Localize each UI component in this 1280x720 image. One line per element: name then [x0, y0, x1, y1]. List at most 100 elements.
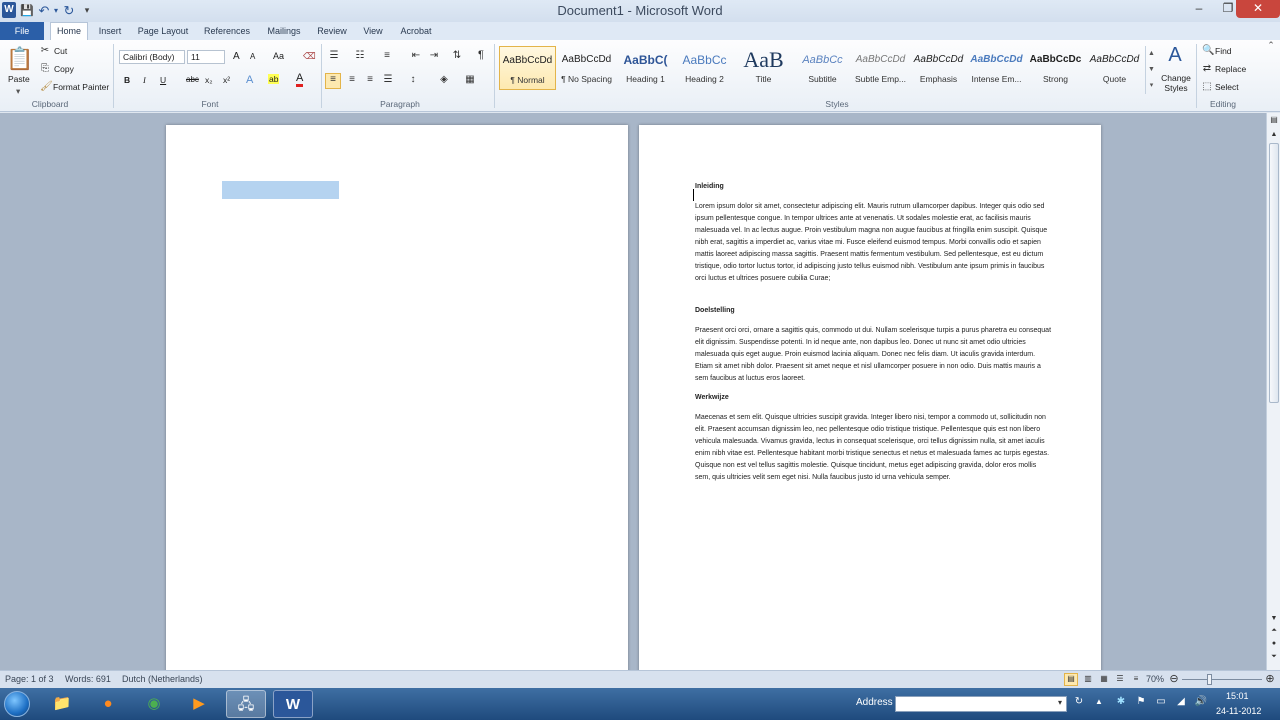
change-styles-button[interactable]: Change Styles [1159, 73, 1193, 93]
volume-icon[interactable]: 🔊 [1194, 696, 1208, 707]
word-taskbar-icon[interactable]: W [273, 690, 313, 718]
cut-icon[interactable]: ✂ [40, 45, 50, 56]
next-page-icon[interactable]: ⏷ [1269, 653, 1279, 661]
style-no-spacing[interactable]: AaBbCcDd ¶ No Spacing [558, 46, 615, 90]
paragraph-werkwijze[interactable]: Maecenas et sem elit. Quisque ultricies … [695, 412, 1051, 484]
start-button[interactable] [4, 691, 30, 717]
style-subtle-emphasis[interactable]: AaBbCcDd Subtle Emp... [852, 46, 909, 90]
font-name-combo[interactable]: Calibri (Body) [119, 50, 185, 64]
style-intense-emphasis[interactable]: AaBbCcDd Intense Em... [968, 46, 1025, 90]
address-dropdown-icon[interactable]: ▾ [1055, 698, 1065, 707]
subscript-button[interactable]: x₂ [205, 75, 213, 85]
tab-page-layout[interactable]: Page Layout [134, 26, 192, 36]
numbering-icon[interactable]: ☷ [353, 50, 367, 61]
style-heading-2[interactable]: AaBbCc Heading 2 [676, 46, 733, 90]
minimize-ribbon-icon[interactable]: ⌃ [1265, 40, 1277, 51]
zoom-slider[interactable] [1182, 679, 1262, 680]
full-screen-reading-icon[interactable]: ▥ [1082, 674, 1094, 683]
text-selection[interactable] [222, 181, 339, 199]
action-center-icon[interactable]: ⚑ [1134, 696, 1148, 707]
paragraph-doelstelling[interactable]: Praesent orci orci, ornare a sagittis qu… [695, 325, 1051, 385]
select-button[interactable]: Select [1215, 82, 1239, 92]
strikethrough-button[interactable]: abc [186, 75, 199, 84]
style-heading-1[interactable]: AaBbC( Heading 1 [617, 46, 674, 90]
scroll-up-icon[interactable]: ▲ [1269, 131, 1279, 138]
media-player-icon[interactable]: ▶ [179, 690, 219, 718]
underline-button[interactable]: U [160, 75, 166, 85]
firefox-icon[interactable]: ● [88, 690, 128, 718]
tab-file[interactable]: File [0, 22, 44, 40]
select-browse-object-icon[interactable]: ● [1269, 640, 1279, 647]
style-quote[interactable]: AaBbCcDd Quote [1086, 46, 1143, 90]
tab-references[interactable]: References [200, 26, 254, 36]
network-app-icon[interactable]: 🖧 [226, 690, 266, 718]
font-color-button[interactable]: A [296, 73, 304, 87]
web-layout-icon[interactable]: ▦ [1098, 674, 1110, 683]
replace-button[interactable]: Replace [1215, 64, 1246, 74]
format-painter-icon[interactable]: 🖌 [40, 81, 53, 92]
page-1[interactable] [166, 125, 628, 670]
draft-icon[interactable]: ≡ [1130, 674, 1142, 683]
outline-icon[interactable]: ☰ [1114, 674, 1126, 683]
ruler-toggle-icon[interactable]: ▤ [1269, 115, 1279, 124]
multilevel-list-icon[interactable]: ≡ [380, 50, 394, 61]
zoom-level[interactable]: 70% [1146, 674, 1164, 684]
style-title[interactable]: AaB Title [735, 46, 792, 90]
select-icon[interactable]: ⬚ [1202, 81, 1212, 92]
superscript-button[interactable]: x² [223, 75, 230, 85]
find-button[interactable]: Find [1215, 46, 1232, 56]
heading-werkwijze[interactable]: Werkwijze [695, 392, 1051, 404]
display-icon[interactable]: ▭ [1154, 696, 1168, 707]
increase-indent-icon[interactable]: ⇥ [427, 50, 441, 61]
style-emphasis[interactable]: AaBbCcDd Emphasis [910, 46, 967, 90]
italic-button[interactable]: I [143, 75, 146, 85]
word-count[interactable]: Words: 691 [65, 674, 111, 684]
zoom-out-icon[interactable]: ⊖ [1168, 672, 1180, 685]
copy-icon[interactable]: ⎘ [40, 63, 50, 74]
language-indicator[interactable]: Dutch (Netherlands) [122, 674, 203, 684]
align-center-icon[interactable]: ≡ [345, 74, 359, 85]
previous-page-icon[interactable]: ⏶ [1269, 627, 1279, 635]
shrink-font-button[interactable]: A [250, 52, 255, 61]
text-effects-button[interactable]: A [246, 74, 253, 86]
tab-mailings[interactable]: Mailings [262, 26, 306, 36]
change-case-button[interactable]: Aa [273, 51, 284, 61]
paste-button[interactable]: Paste [8, 74, 30, 84]
heading-inleiding[interactable]: Inleiding [695, 181, 1051, 193]
print-layout-icon[interactable]: ▤ [1064, 673, 1078, 686]
align-right-icon[interactable]: ≡ [363, 74, 377, 85]
network-icon[interactable]: ◢ [1174, 696, 1188, 707]
bold-button[interactable]: B [124, 75, 130, 85]
cut-button[interactable]: Cut [54, 46, 67, 56]
explorer-icon[interactable]: 📁 [42, 690, 82, 718]
tab-view[interactable]: View [358, 26, 388, 36]
show-formatting-icon[interactable]: ¶ [474, 49, 488, 61]
bullets-icon[interactable]: ☰ [327, 50, 341, 61]
line-spacing-icon[interactable]: ↕ [406, 74, 420, 85]
styles-scroll-icon[interactable]: ▲ ▼ ▾ [1145, 46, 1157, 94]
refresh-icon[interactable]: ↻ [1072, 696, 1086, 707]
minimize-button[interactable]: – [1185, 0, 1213, 18]
shading-icon[interactable]: ◈ [437, 74, 451, 85]
grow-font-button[interactable]: A [233, 51, 240, 62]
tray-app-icon[interactable]: ✱ [1114, 696, 1128, 707]
tab-acrobat[interactable]: Acrobat [396, 26, 436, 36]
clock-date[interactable]: 24-11-2012 [1216, 706, 1261, 716]
replace-icon[interactable]: ⇄ [1202, 63, 1212, 74]
page-2[interactable]: Inleiding Lorem ipsum dolor sit amet, co… [639, 125, 1101, 670]
scroll-down-icon[interactable]: ▼ [1269, 615, 1279, 622]
tab-home[interactable]: Home [50, 22, 88, 41]
paste-icon[interactable]: 📋 [6, 46, 33, 72]
heading-doelstelling[interactable]: Doelstelling [695, 305, 1051, 317]
borders-icon[interactable]: ▦ [463, 74, 477, 85]
vertical-scrollbar[interactable]: ▤ ▲ ▼ ⏶ ● ⏷ [1266, 113, 1280, 670]
style-subtitle[interactable]: AaBbCc Subtitle [794, 46, 851, 90]
tab-insert[interactable]: Insert [92, 26, 128, 36]
paste-dropdown-icon[interactable]: ▾ [16, 86, 20, 97]
clock-time[interactable]: 15:01 [1226, 691, 1249, 701]
tab-review[interactable]: Review [312, 26, 352, 36]
clear-formatting-button[interactable]: ⌫ [303, 51, 316, 62]
copy-button[interactable]: Copy [54, 64, 74, 74]
font-size-combo[interactable]: 11 [187, 50, 225, 64]
document-area[interactable]: Inleiding Lorem ipsum dolor sit amet, co… [0, 113, 1266, 670]
